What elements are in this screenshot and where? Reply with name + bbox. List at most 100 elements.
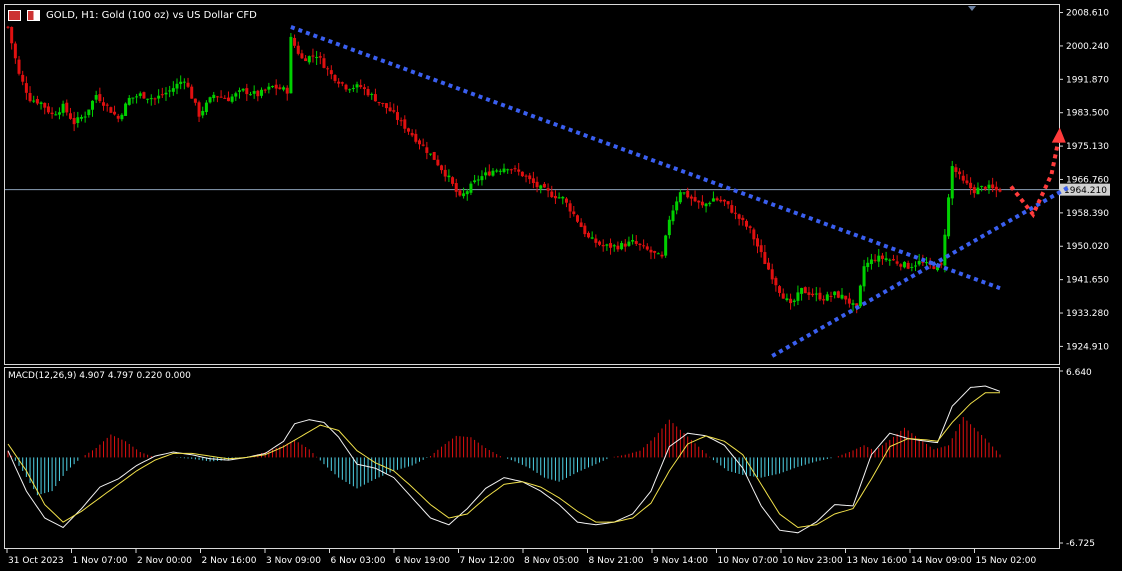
candle-body (925, 262, 929, 264)
candle-body (774, 277, 778, 286)
candle-body (744, 220, 748, 227)
scroll-marker-icon[interactable] (968, 6, 976, 11)
candle-body (557, 197, 561, 199)
candle-body (627, 241, 631, 246)
candle-body (693, 197, 697, 202)
candle-body (146, 98, 150, 100)
candle-body (660, 254, 664, 257)
candle-body (686, 190, 690, 198)
candle-body (395, 112, 399, 120)
candle-body (958, 171, 962, 175)
candle-body (271, 86, 275, 88)
candle-body (17, 59, 21, 74)
projection-arrow[interactable] (1009, 138, 1061, 219)
candle-body (575, 215, 579, 222)
candle-body (377, 101, 381, 103)
candle-body (752, 229, 756, 240)
x-tick-label: 1 Nov 07:00 (73, 556, 128, 566)
candle-body (326, 68, 330, 70)
candle-body (983, 186, 987, 189)
candle-body (994, 186, 998, 191)
candle-body (550, 191, 554, 198)
candle-body (671, 210, 675, 222)
candle-body (274, 84, 278, 89)
candle-body (237, 90, 241, 92)
candle-body (726, 201, 730, 205)
candle-body (851, 303, 855, 305)
candle-body (484, 172, 488, 176)
x-tick-label: 8 Nov 05:00 (524, 556, 579, 566)
candle-body (631, 240, 635, 242)
candle-body (969, 182, 973, 189)
candle-body (179, 81, 183, 84)
candle-body (601, 245, 605, 247)
candle-body (678, 192, 682, 203)
macd-signal-line (7, 392, 1000, 529)
trendline-support[interactable] (771, 184, 1071, 358)
macd-axis-top: 6.640 (1066, 368, 1092, 378)
candle-body (362, 87, 366, 90)
candle-body (932, 266, 936, 269)
candle-body (98, 94, 102, 102)
candle-body (322, 58, 326, 68)
candle-body (267, 86, 271, 90)
trendline-resistance[interactable] (290, 25, 1001, 291)
candle-body (833, 291, 837, 296)
candle-body (57, 112, 61, 115)
candle-body (620, 243, 624, 250)
candle-body (917, 260, 921, 265)
candle-body (638, 243, 642, 246)
candle-body (127, 97, 131, 105)
candle-body (524, 175, 528, 177)
candle-body (348, 89, 352, 91)
candle-body (642, 245, 646, 247)
candle-body (491, 170, 495, 176)
candle-body (171, 88, 175, 92)
candle-body (822, 299, 826, 301)
candle-body (260, 89, 264, 96)
candle-body (756, 238, 760, 247)
candle-body (182, 81, 186, 83)
candle-body (388, 107, 392, 112)
candle-body (403, 119, 407, 129)
candle-body (612, 245, 616, 247)
candle-body (708, 202, 712, 205)
candle-body (649, 249, 653, 253)
current-price-label: 1964.210 (1064, 186, 1107, 196)
candle-body (333, 75, 337, 81)
candle-body (634, 241, 638, 244)
candle-body (561, 196, 565, 199)
candle-body (480, 176, 484, 181)
candle-body (711, 198, 715, 202)
candle-body (212, 94, 216, 99)
candle-body (781, 293, 785, 299)
candle-body (68, 113, 72, 119)
candle-body (337, 81, 341, 84)
candle-body (311, 55, 315, 57)
candle-body (454, 183, 458, 192)
candle-body (329, 70, 333, 75)
candle-body (829, 295, 833, 297)
candle-body (436, 159, 440, 166)
candle-body (340, 82, 344, 84)
candle-body (230, 96, 234, 102)
candle-body (487, 171, 491, 176)
candle-body (6, 26, 10, 28)
candle-body (300, 53, 304, 59)
y-tick-label: 2008.610 (1066, 9, 1109, 19)
candle-body (572, 211, 576, 215)
candle-body (135, 96, 139, 98)
x-tick-label: 8 Nov 21:00 (589, 556, 644, 566)
candle-body (961, 175, 965, 181)
chart-canvas: 2008.610 2000.240 1991.870 1983.500 1975.130… (5, 6, 1110, 566)
candle-body (215, 96, 219, 98)
candle-body (825, 294, 829, 301)
candle-body (248, 94, 252, 96)
candle-body (157, 95, 161, 99)
y-tick-label: 1975.130 (1066, 142, 1109, 152)
candle-body (539, 185, 543, 189)
candle-body (307, 56, 311, 63)
candle-body (906, 262, 910, 269)
candle-body (954, 167, 958, 172)
candle-body (54, 114, 58, 116)
